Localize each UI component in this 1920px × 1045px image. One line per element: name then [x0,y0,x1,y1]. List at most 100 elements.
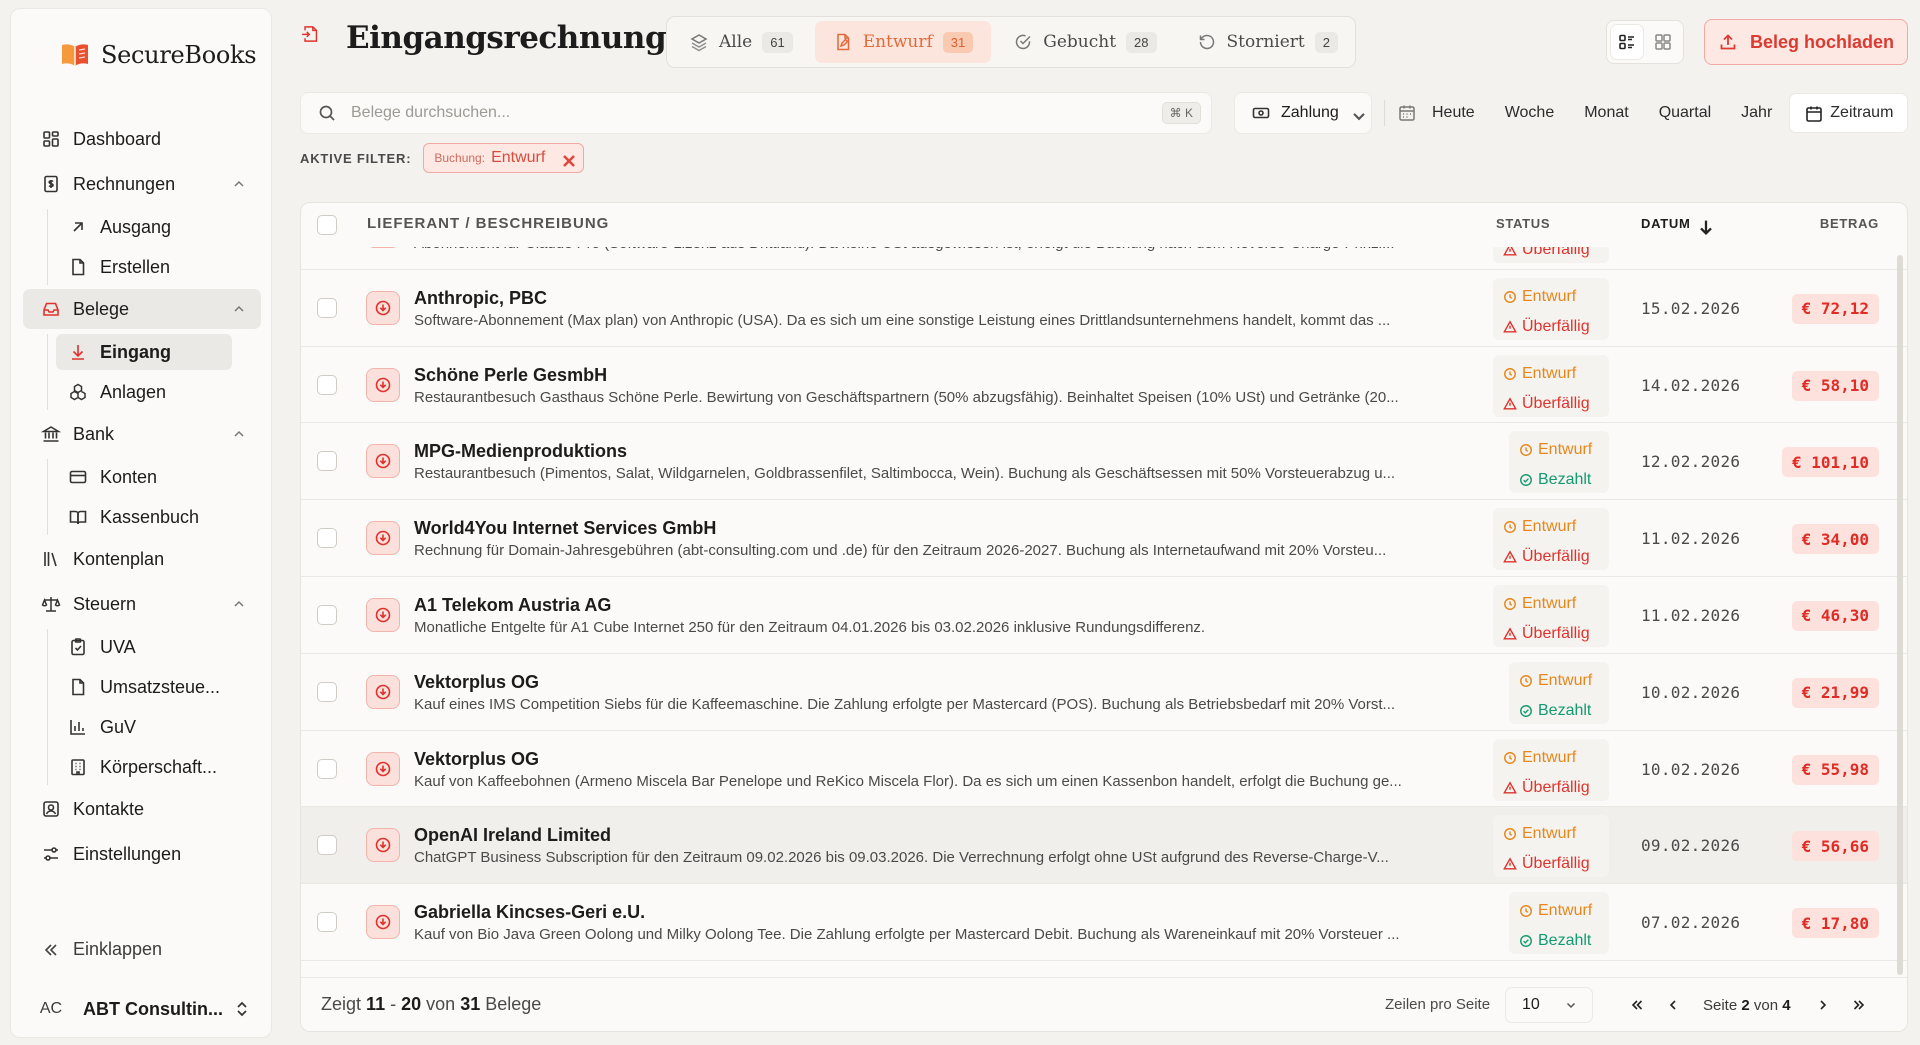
sidebar-item-belege[interactable]: Belege [23,289,261,329]
contact-icon [41,799,61,819]
rows-per-page-select[interactable]: 10 [1505,987,1593,1023]
close-icon[interactable] [559,151,576,167]
last-page-button[interactable] [1841,990,1877,1020]
receipt-description: Monatliche Entgelte für A1 Cube Internet… [414,618,1206,636]
sidebar-item-bank[interactable]: Bank [23,414,261,454]
status-label: Überfällig [1522,394,1590,412]
supplier-name: Gabriella Kincses-Geri e.U. [414,902,646,923]
brand[interactable]: SecureBooks [59,41,257,69]
sidebar-item-kontakte[interactable]: Kontakte [23,789,261,829]
amount-badge: € 58,10 [1791,370,1879,401]
sidebar-item-kontenplan[interactable]: Kontenplan [23,539,261,579]
chevron-up-icon[interactable] [231,426,247,442]
select-all-checkbox[interactable] [317,215,337,235]
column-header-supplier[interactable]: LIEFERANT / BESCHREIBUNG [367,215,609,232]
row-checkbox[interactable] [317,835,337,856]
table-row[interactable]: Vektorplus OG Kauf von Kaffeebohnen (Arme… [301,731,1907,808]
period-jahr[interactable]: Jahr [1726,104,1787,122]
clock-icon [1503,827,1517,841]
filter-chip[interactable]: Buchung: Entwurf [423,143,585,173]
current-page: 2 [1741,996,1750,1014]
sidebar-item-steuern[interactable]: Steuern [23,584,261,624]
row-checkbox[interactable] [317,604,337,625]
sidebar-item-guv[interactable]: GuV [56,709,232,745]
tab-count-badge: 31 [942,31,974,53]
period-quartal[interactable]: Quartal [1644,104,1726,122]
status-tabs: Alle 61 Entwurf 31 Gebucht 28 Storniert … [666,16,1356,68]
upload-receipt-button[interactable]: Beleg hochladen [1704,19,1908,65]
row-checkbox[interactable] [317,451,337,472]
subnav-bank: Konten Kassenbuch [47,459,261,535]
sidebar-item-rechnungen[interactable]: Rechnungen [23,164,261,204]
sidebar-item-uva[interactable]: UVA [56,629,232,665]
sidebar-item-ausgang[interactable]: Ausgang [56,209,232,245]
collapse-sidebar-button[interactable]: Einklappen [41,939,162,960]
chevron-up-icon[interactable] [231,176,247,192]
page-header: Eingangsrechnungen [300,20,708,56]
status-label: Entwurf [1522,518,1577,536]
chevron-up-icon[interactable] [231,596,247,612]
sidebar-item-dashboard[interactable]: Dashboard [23,119,261,159]
sidebar-item-eingang[interactable]: Eingang [56,334,232,370]
sidebar-item-erstellen[interactable]: Erstellen [56,249,232,285]
receipt-description: Kauf von Bio Java Green Oolong und Milky… [414,926,1400,944]
date-range-button[interactable]: Zeitraum [1789,93,1909,133]
sidebar-item-konten[interactable]: Konten [56,459,232,495]
incoming-receipt-icon [366,521,400,556]
chevrons-left-icon [1631,1000,1643,1010]
next-page-button[interactable] [1805,990,1841,1020]
sidebar-item-umsatzsteuer[interactable]: Umsatzsteue... [56,669,232,705]
table-row[interactable]: MPG-Medienproduktions Restaurantbesuch (P… [301,423,1907,501]
table-row[interactable]: Gabriella Kincses-Geri e.U. Kauf von Bio … [301,884,1907,961]
chevron-up-icon[interactable] [231,301,247,317]
period-heute[interactable]: Heute [1417,104,1490,122]
account-switcher[interactable]: AC ABT Consultin... [33,989,263,1029]
column-header-amount[interactable]: BETRAG [1820,216,1879,231]
tab-entwurf[interactable]: Entwurf 31 [814,21,992,63]
status-draft-badge: Entwurf [1503,518,1576,536]
row-checkbox[interactable] [317,297,337,318]
receipt-description: ChatGPT Business Subscription für den Ze… [414,849,1389,867]
table-row[interactable]: Vektorplus OG Kauf eines IMS Competition … [301,654,1907,731]
table-row[interactable]: A1 Telekom Austria AG Monatliche Entgelte… [301,577,1907,654]
row-checkbox[interactable] [317,758,337,779]
row-checkbox[interactable] [317,374,337,395]
table-row[interactable]: Schöne Perle GesmbH Restaurantbesuch Gast… [301,347,1907,424]
status-cell: Entwurf Überfällig [1493,277,1609,340]
prev-page-button[interactable] [1655,990,1691,1020]
sidebar-item-koerperschaft[interactable]: Körperschaft... [56,749,232,785]
table-body: Anthropic, PBCAbonnement für Claude Pro … [301,203,1907,961]
row-checkbox[interactable] [317,912,337,933]
sidebar-item-anlagen[interactable]: Anlagen [56,374,232,410]
status-label: Entwurf [1522,287,1577,305]
alert-triangle-icon [1503,780,1517,795]
period-woche[interactable]: Woche [1490,104,1570,122]
status-cell: Entwurf Überfällig [1493,354,1609,417]
payment-filter-dropdown[interactable]: Zahlung [1234,92,1372,134]
table-row[interactable]: World4You Internet Services GmbH Rechnung… [301,500,1907,577]
grid-view-button[interactable] [1647,25,1679,59]
sidebar-item-kassenbuch[interactable]: Kassenbuch [56,499,232,535]
row-checkbox[interactable] [317,528,337,549]
status-label: Entwurf [1538,902,1593,920]
column-header-date[interactable]: DATUM [1641,216,1713,235]
row-checkbox[interactable] [317,681,337,702]
clock-icon [1503,290,1517,304]
tab-gebucht[interactable]: Gebucht 28 [995,21,1174,63]
results-dash: - [390,994,397,1014]
first-page-button[interactable] [1619,990,1655,1020]
supplier-name: World4You Internet Services GmbH [414,518,717,539]
search-input[interactable] [351,104,1131,122]
scrollbar[interactable] [1897,255,1903,975]
receipt-date: 11.02.2026 [1641,605,1741,625]
incoming-receipt-icon [366,290,400,325]
table-row[interactable]: OpenAI Ireland Limited ChatGPT Business S… [301,807,1907,885]
period-monat[interactable]: Monat [1569,104,1643,122]
tab-alle[interactable]: Alle 61 [671,21,811,63]
list-view-button[interactable] [1611,25,1643,59]
tab-storniert[interactable]: Storniert 2 [1179,21,1356,63]
sidebar-item-einstellungen[interactable]: Einstellungen [23,834,261,874]
table-row[interactable]: Anthropic, PBC Software-Abonnement (Max p… [301,270,1907,347]
chevron-left-icon [1669,1000,1676,1010]
column-header-status[interactable]: STATUS [1496,216,1550,231]
